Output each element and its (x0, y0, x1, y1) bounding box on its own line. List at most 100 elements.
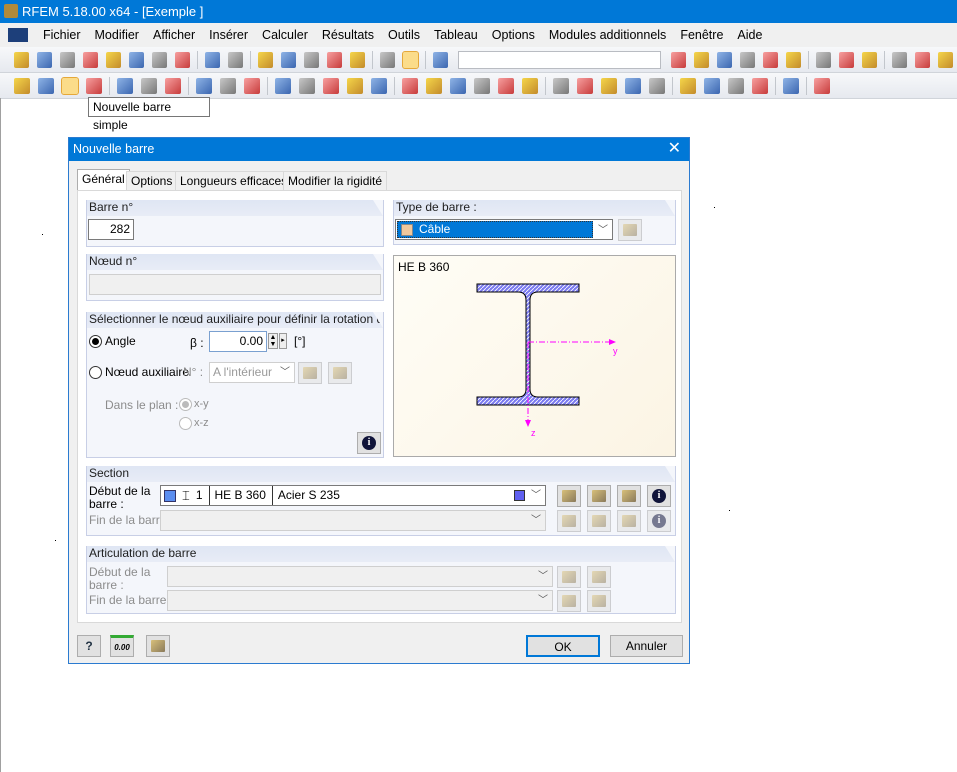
end-section-info-button[interactable]: i (647, 510, 671, 532)
solid-load-icon[interactable] (323, 77, 339, 94)
render-mode-icon[interactable] (814, 77, 830, 94)
support-icon[interactable] (117, 77, 133, 94)
menu-calculer[interactable]: Calculer (262, 28, 308, 42)
frame-load-icon[interactable] (299, 77, 315, 94)
aux-node-select[interactable]: A l'intérieur ﹀ (209, 362, 295, 383)
mesh3-icon[interactable] (498, 77, 514, 94)
window-icon[interactable] (350, 51, 366, 68)
info-button[interactable]: i (357, 432, 381, 454)
zoom-icon[interactable] (914, 51, 930, 68)
cube-icon[interactable] (649, 77, 665, 94)
view-icon[interactable] (553, 77, 569, 94)
frame-icon[interactable] (838, 51, 854, 68)
xxx-icon[interactable] (739, 51, 755, 68)
undo-icon[interactable] (205, 51, 221, 68)
prev-icon[interactable] (670, 51, 686, 68)
select-add-icon[interactable] (327, 51, 343, 68)
section-library-button[interactable] (557, 485, 581, 507)
menu-aide[interactable]: Aide (737, 28, 762, 42)
section-start-select[interactable]: ⌶ 1 HE B 360 Acier S 235 ﹀ (160, 485, 546, 506)
target-icon[interactable] (304, 51, 320, 68)
grid-icon[interactable] (861, 51, 877, 68)
box-icon[interactable] (347, 77, 363, 94)
menu-options[interactable]: Options (492, 28, 535, 42)
tab-modify-stiffness[interactable]: Modifier la rigidité (283, 171, 388, 191)
end-section-library-button[interactable] (557, 510, 581, 532)
zoom-out-icon[interactable] (601, 77, 617, 94)
lasso-icon[interactable] (281, 51, 297, 68)
load-case-combo[interactable] (458, 50, 661, 69)
tab-general[interactable]: Général (77, 169, 130, 192)
pan-icon[interactable] (937, 51, 953, 68)
cursor-icon[interactable] (815, 51, 831, 68)
menu-outils[interactable]: Outils (388, 28, 420, 42)
pick-node-button[interactable] (298, 362, 322, 384)
mesh-icon[interactable] (450, 77, 466, 94)
zoom-window-icon[interactable] (577, 77, 593, 94)
guide-icon[interactable] (244, 77, 260, 94)
menu-fenêtre[interactable]: Fenêtre (680, 28, 723, 42)
end-new-section-button[interactable] (587, 510, 611, 532)
arrow-icon[interactable] (426, 77, 442, 94)
new-section-button[interactable] (587, 485, 611, 507)
dimension-icon[interactable] (196, 77, 212, 94)
member-type-select[interactable]: Câble ﹀ (395, 219, 613, 240)
node-number-input[interactable] (89, 274, 381, 295)
new-node-button[interactable] (328, 362, 352, 384)
result-icon[interactable] (716, 51, 732, 68)
menu-modules-additionnels[interactable]: Modules additionnels (549, 28, 666, 42)
plot-icon[interactable] (783, 77, 799, 94)
database-icon[interactable] (83, 51, 99, 68)
plane-xz-radio[interactable] (179, 417, 192, 430)
print-icon[interactable] (152, 51, 168, 68)
open-folder-icon[interactable] (37, 51, 53, 68)
label-icon[interactable] (220, 77, 236, 94)
axis-z-icon[interactable] (728, 77, 744, 94)
plane-icon[interactable] (258, 51, 274, 68)
menu-tableau[interactable]: Tableau (434, 28, 478, 42)
beta-input[interactable]: 0.00 (209, 331, 267, 352)
end-edit-section-button[interactable] (617, 510, 641, 532)
ok-button[interactable]: OK (526, 635, 600, 657)
hinge-start-select[interactable]: ﹀ (167, 566, 553, 587)
plane-xy-radio[interactable] (179, 398, 192, 411)
axis-neg-x-icon[interactable] (752, 77, 768, 94)
surface-icon[interactable] (165, 77, 181, 94)
member-number-input[interactable]: 282 (88, 219, 134, 240)
copy-icon[interactable] (371, 77, 387, 94)
mesh4-icon[interactable] (522, 77, 538, 94)
axis-y-icon[interactable] (704, 77, 720, 94)
angle-radio[interactable] (89, 335, 102, 348)
list-icon[interactable] (380, 51, 396, 68)
new-node-icon[interactable] (14, 77, 30, 94)
units-button[interactable]: 0.00 (110, 635, 134, 657)
section-info-button[interactable]: i (647, 485, 671, 507)
new-hinge-start-button[interactable] (557, 566, 581, 588)
tab-options[interactable]: Options (126, 171, 178, 191)
new-line-icon[interactable] (38, 77, 54, 94)
next-icon[interactable] (693, 51, 709, 68)
menu-modifier[interactable]: Modifier (95, 28, 139, 42)
new-file-icon[interactable] (14, 51, 30, 68)
node-load-icon[interactable] (433, 51, 449, 68)
edit-section-button[interactable] (617, 485, 641, 507)
beta-menu-button[interactable]: ▸ (279, 333, 287, 349)
hinge-icon[interactable] (141, 77, 157, 94)
new-hinge-end-button[interactable] (557, 590, 581, 612)
render-icon[interactable] (762, 51, 778, 68)
xxx2-icon[interactable] (785, 51, 801, 68)
tab-effective-lengths[interactable]: Longueurs efficaces (175, 171, 293, 191)
pick-member-button[interactable] (146, 635, 170, 657)
edit-member-type-button[interactable] (618, 219, 642, 241)
move-icon[interactable] (402, 77, 418, 94)
menu-insérer[interactable]: Insérer (209, 28, 248, 42)
dlubal-logo-icon[interactable] (8, 28, 28, 42)
mesh2-icon[interactable] (474, 77, 490, 94)
axis-x-icon[interactable] (680, 77, 696, 94)
hinge-end-select[interactable]: ﹀ (167, 590, 553, 611)
archive-icon[interactable] (60, 51, 76, 68)
aux-node-radio[interactable] (89, 366, 102, 379)
print-preview-icon[interactable] (175, 51, 191, 68)
beta-spinner[interactable]: ▲ ▼ (268, 333, 278, 349)
menu-résultats[interactable]: Résultats (322, 28, 374, 42)
